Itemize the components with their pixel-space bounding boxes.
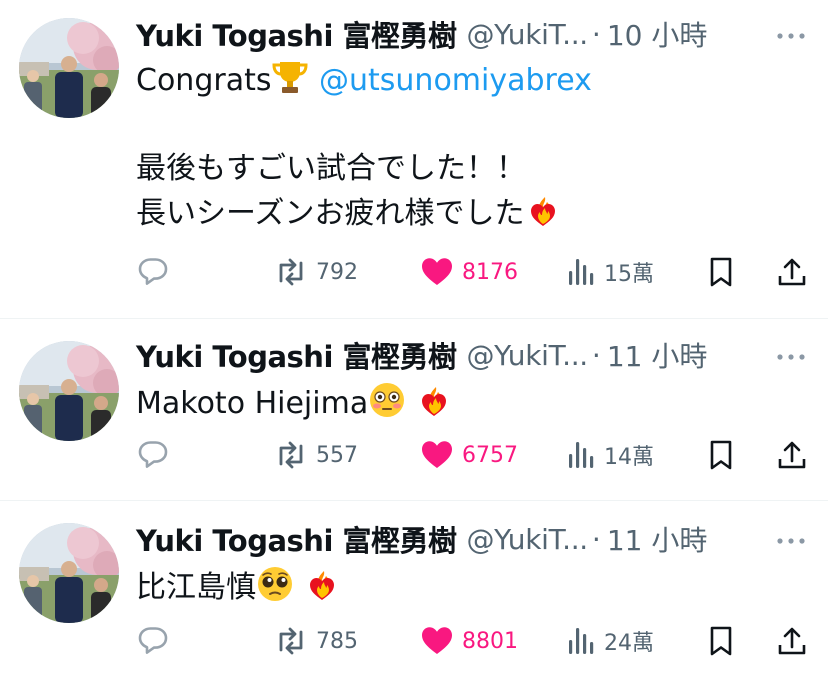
more-icon[interactable] <box>776 533 806 549</box>
tweet[interactable]: Yuki Togashi 富樫勇樹 @YukiT... · 11 小時 Mako… <box>0 319 828 500</box>
mention-link[interactable]: @utsunomiyabrex <box>319 63 592 98</box>
views-button[interactable]: 24萬 <box>566 621 654 661</box>
like-button[interactable]: 8176 <box>420 252 518 292</box>
text-line-2: 最後もすごい試合でした！！ <box>136 151 526 186</box>
author-handle[interactable]: @YukiT... <box>466 18 588 51</box>
views-icon <box>569 442 594 468</box>
author-name[interactable]: Yuki Togashi 富樫勇樹 <box>136 518 457 560</box>
retweet-count: 557 <box>316 442 358 468</box>
tweet-text: Makoto Hiejima <box>136 381 804 426</box>
heart-icon <box>422 441 452 468</box>
tweet[interactable]: Yuki Togashi 富樫勇樹 @YukiT... · 11 小時 比江島慎… <box>0 501 828 681</box>
share-button[interactable] <box>776 252 808 292</box>
bookmark-icon <box>710 626 732 656</box>
bookmark-button[interactable] <box>706 435 736 475</box>
retweet-count: 785 <box>316 628 358 654</box>
trophy-icon <box>272 62 308 93</box>
retweet-count: 792 <box>316 259 358 285</box>
bookmark-button[interactable] <box>706 252 736 292</box>
flushed-face-emoji <box>370 383 405 417</box>
tweet-header: Yuki Togashi 富樫勇樹 @YukiT... · 10 小時 <box>136 14 808 54</box>
retweet-icon <box>279 627 303 655</box>
tweet-time[interactable]: 11 小時 <box>607 335 708 375</box>
like-button[interactable]: 8801 <box>420 621 518 661</box>
share-button[interactable] <box>776 435 808 475</box>
tweet-header: Yuki Togashi 富樫勇樹 @YukiT... · 11 小時 <box>136 335 808 375</box>
author-handle[interactable]: @YukiT... <box>466 523 588 556</box>
bookmark-icon <box>710 257 732 287</box>
tweet-time[interactable]: 10 小時 <box>607 14 708 54</box>
avatar[interactable] <box>19 341 119 441</box>
reply-button[interactable] <box>136 252 170 292</box>
like-button[interactable]: 6757 <box>420 435 518 475</box>
text-body: 比江島慎 <box>136 570 256 605</box>
share-icon <box>778 441 806 469</box>
more-icon[interactable] <box>776 28 806 44</box>
action-bar: 785 8801 24萬 <box>136 621 816 661</box>
text-congrats: Congrats <box>136 63 272 98</box>
retweet-button[interactable]: 557 <box>274 435 358 475</box>
retweet-icon <box>279 258 303 286</box>
tweet[interactable]: Yuki Togashi 富樫勇樹 @YukiT... · 10 小時 Cong… <box>0 0 828 318</box>
view-count: 15萬 <box>604 262 654 287</box>
share-icon <box>778 258 806 286</box>
separator-dot: · <box>591 17 601 51</box>
separator-dot: · <box>591 522 601 556</box>
retweet-icon <box>279 441 303 469</box>
views-button[interactable]: 15萬 <box>566 252 654 292</box>
share-icon <box>778 627 806 655</box>
author-name[interactable]: Yuki Togashi 富樫勇樹 <box>136 334 457 376</box>
view-count: 14萬 <box>604 445 654 470</box>
heart-on-fire-emoji <box>421 387 446 416</box>
avatar[interactable] <box>19 18 119 118</box>
author-handle[interactable]: @YukiT... <box>466 339 588 372</box>
heart-on-fire-emoji <box>530 197 555 226</box>
reply-icon <box>138 441 168 468</box>
reply-icon <box>138 258 168 285</box>
author-name[interactable]: Yuki Togashi 富樫勇樹 <box>136 13 457 55</box>
views-icon <box>569 628 594 654</box>
share-button[interactable] <box>776 621 808 661</box>
like-count: 8801 <box>462 628 518 654</box>
action-bar: 557 6757 14萬 <box>136 435 816 475</box>
view-count: 24萬 <box>604 631 654 656</box>
views-icon <box>569 259 594 285</box>
avatar[interactable] <box>19 523 119 623</box>
text-body: Makoto Hiejima <box>136 386 369 421</box>
reply-button[interactable] <box>136 435 170 475</box>
reply-icon <box>138 627 168 654</box>
bookmark-icon <box>710 440 732 470</box>
pleading-face-emoji <box>258 567 292 601</box>
tweet-text: 比江島慎 <box>136 565 804 610</box>
tweet-time[interactable]: 11 小時 <box>607 519 708 559</box>
more-icon[interactable] <box>776 349 806 365</box>
action-bar: 792 8176 15萬 <box>136 252 816 292</box>
heart-icon <box>422 627 452 654</box>
retweet-button[interactable]: 792 <box>274 252 358 292</box>
tweet-header: Yuki Togashi 富樫勇樹 @YukiT... · 11 小時 <box>136 519 808 559</box>
separator-dot: · <box>591 338 601 372</box>
reply-button[interactable] <box>136 621 170 661</box>
bookmark-button[interactable] <box>706 621 736 661</box>
views-button[interactable]: 14萬 <box>566 435 654 475</box>
like-count: 6757 <box>462 442 518 468</box>
heart-icon <box>422 258 452 285</box>
like-count: 8176 <box>462 259 518 285</box>
heart-on-fire-emoji <box>309 571 334 600</box>
retweet-button[interactable]: 785 <box>274 621 358 661</box>
tweet-text: Congrats @utsunomiyabrex 最後もすごい試合でした！！ 長… <box>136 58 804 236</box>
text-line-3: 長いシーズンお疲れ様でした <box>136 196 525 231</box>
